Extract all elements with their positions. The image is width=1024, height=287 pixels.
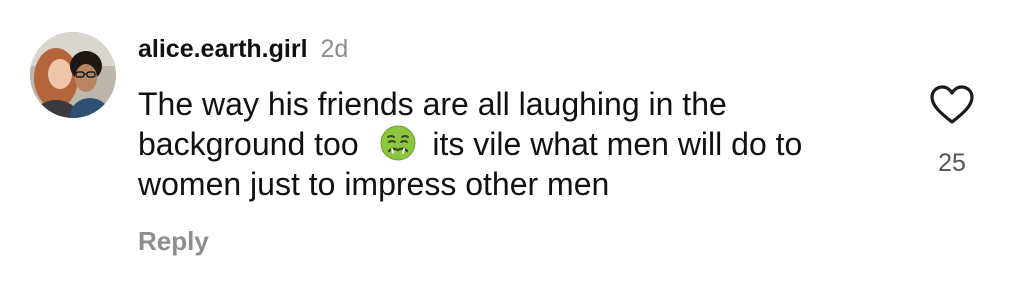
avatar[interactable]	[30, 32, 116, 118]
like-button[interactable]	[929, 84, 975, 126]
timestamp: 2d	[320, 35, 349, 63]
nauseated-face-icon	[380, 125, 415, 161]
username-link[interactable]: alice.earth.girl	[138, 35, 308, 63]
reply-button[interactable]: Reply	[138, 224, 209, 258]
comment: alice.earth.girl 2d The way his friends …	[0, 0, 1024, 287]
like-count: 25	[938, 149, 966, 177]
comment-text: The way his friends are all laughing in …	[138, 84, 898, 204]
heart-outline-icon	[930, 85, 974, 124]
comment-header: alice.earth.girl 2d	[138, 33, 348, 65]
